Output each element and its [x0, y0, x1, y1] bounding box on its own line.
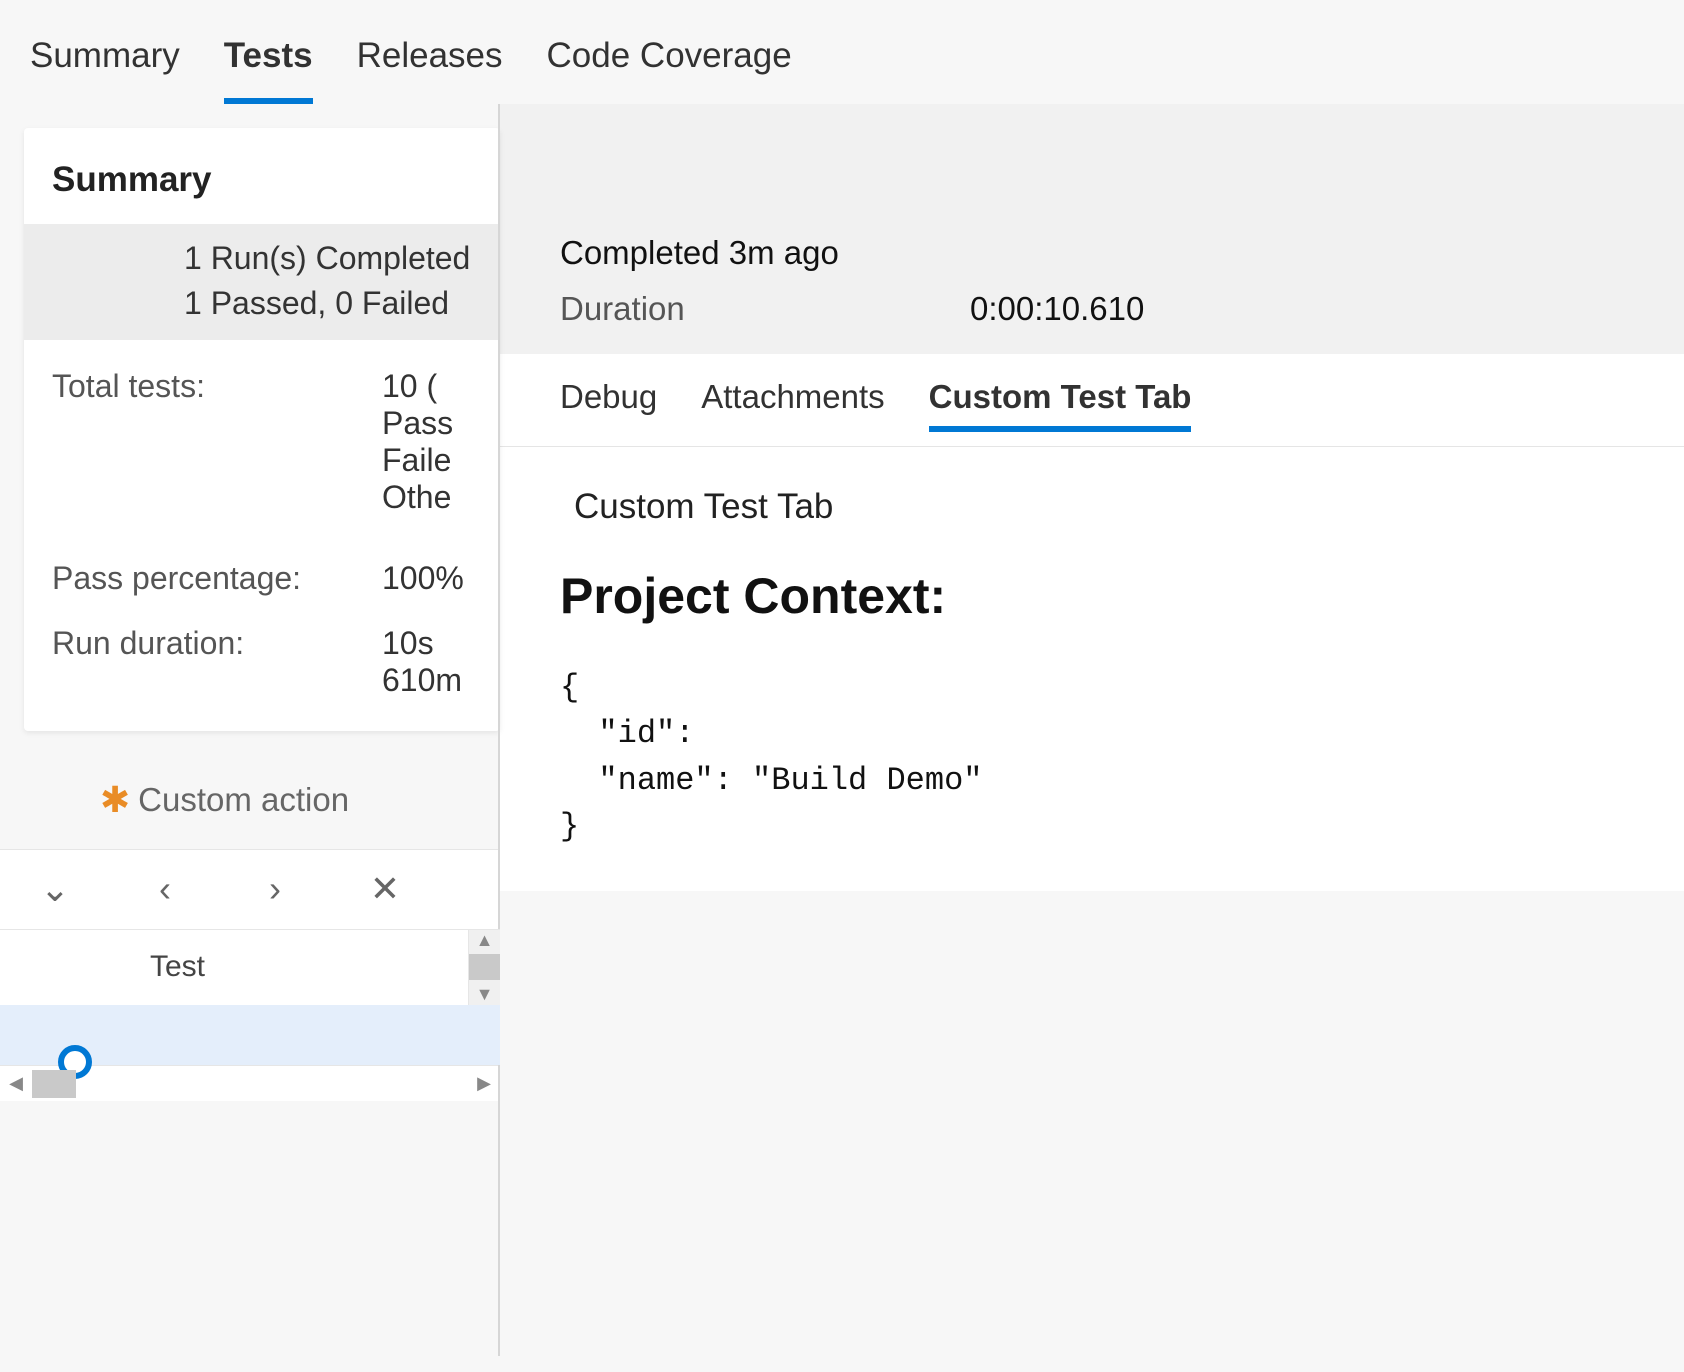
- total-passed-line: Pass: [382, 405, 472, 442]
- scroll-up-arrow-icon: ▲: [476, 930, 494, 951]
- duration-label: Duration: [560, 290, 970, 328]
- asterisk-icon: ✱: [100, 782, 130, 818]
- project-context-heading: Project Context:: [560, 567, 1624, 625]
- prev-button[interactable]: ‹: [110, 850, 220, 929]
- vertical-scroll-thumb[interactable]: [469, 954, 500, 980]
- custom-action-button[interactable]: ✱ Custom action: [100, 781, 500, 819]
- total-tests-value: 10 (: [382, 368, 437, 405]
- horizontal-scroll-track[interactable]: [32, 1066, 468, 1101]
- close-button[interactable]: ✕: [330, 850, 440, 929]
- horizontal-scroll-thumb[interactable]: [32, 1070, 76, 1098]
- custom-tab-caption: Custom Test Tab: [574, 487, 1624, 527]
- sub-tab-attachments[interactable]: Attachments: [701, 378, 884, 432]
- test-list-header[interactable]: Test ▲ ▼: [0, 929, 500, 1005]
- tab-releases[interactable]: Releases: [357, 36, 503, 98]
- run-duration-label: Run duration:: [52, 625, 382, 662]
- horizontal-scrollbar[interactable]: ◀ ▶: [0, 1065, 500, 1101]
- custom-tab-body: Custom Test Tab Project Context: { "id":…: [500, 447, 1684, 891]
- next-button[interactable]: ›: [220, 850, 330, 929]
- total-tests-label: Total tests:: [52, 368, 382, 405]
- selected-test-row[interactable]: [0, 1005, 500, 1065]
- total-other-line: Othe: [382, 479, 472, 516]
- panel-divider[interactable]: [498, 104, 500, 1356]
- top-tab-strip: Summary Tests Releases Code Coverage: [0, 0, 1684, 104]
- tab-tests[interactable]: Tests: [224, 36, 313, 104]
- sub-tab-custom-test-tab[interactable]: Custom Test Tab: [929, 378, 1192, 432]
- left-panel: Summary 1 Run(s) Completed 1 Passed, 0 F…: [0, 104, 500, 1356]
- duration-value: 0:00:10.610: [970, 290, 1144, 328]
- detail-header: Completed 3m ago Duration 0:00:10.610: [500, 104, 1684, 354]
- detail-sub-tabs: Debug Attachments Custom Test Tab: [500, 354, 1684, 447]
- main-layout: Summary 1 Run(s) Completed 1 Passed, 0 F…: [0, 104, 1684, 1356]
- summary-run-band: 1 Run(s) Completed 1 Passed, 0 Failed: [24, 224, 500, 340]
- run-duration-ms: 610m: [382, 662, 472, 699]
- tab-summary[interactable]: Summary: [30, 36, 180, 98]
- summary-runs-line: 1 Run(s) Completed: [184, 236, 500, 281]
- expand-button[interactable]: ⌄: [0, 850, 110, 929]
- summary-title: Summary: [24, 128, 500, 224]
- scroll-left-arrow-icon: ◀: [4, 1073, 28, 1094]
- test-column-header: Test: [150, 950, 205, 984]
- scroll-right-arrow-icon: ▶: [472, 1073, 496, 1094]
- tab-code-coverage[interactable]: Code Coverage: [547, 36, 792, 98]
- vertical-scrollbar[interactable]: ▲ ▼: [468, 930, 500, 1005]
- total-failed-line: Faile: [382, 442, 472, 479]
- pass-pct-value: 100%: [382, 560, 464, 597]
- scroll-down-arrow-icon: ▼: [476, 984, 494, 1005]
- completed-line: Completed 3m ago: [560, 234, 1624, 272]
- summary-passed-failed-line: 1 Passed, 0 Failed: [184, 281, 500, 326]
- result-nav-bar: ⌄ ‹ › ✕: [0, 849, 500, 929]
- pass-pct-label: Pass percentage:: [52, 560, 382, 597]
- project-context-code: { "id": "name": "Build Demo" }: [560, 665, 1624, 851]
- summary-metrics: Total tests: 10 ( Pass Faile Othe Pass p…: [24, 340, 500, 731]
- right-panel: Completed 3m ago Duration 0:00:10.610 De…: [500, 104, 1684, 1356]
- summary-card: Summary 1 Run(s) Completed 1 Passed, 0 F…: [24, 128, 500, 731]
- custom-action-label: Custom action: [138, 781, 349, 819]
- sub-tab-debug[interactable]: Debug: [560, 378, 657, 432]
- run-duration-value: 10s: [382, 625, 434, 662]
